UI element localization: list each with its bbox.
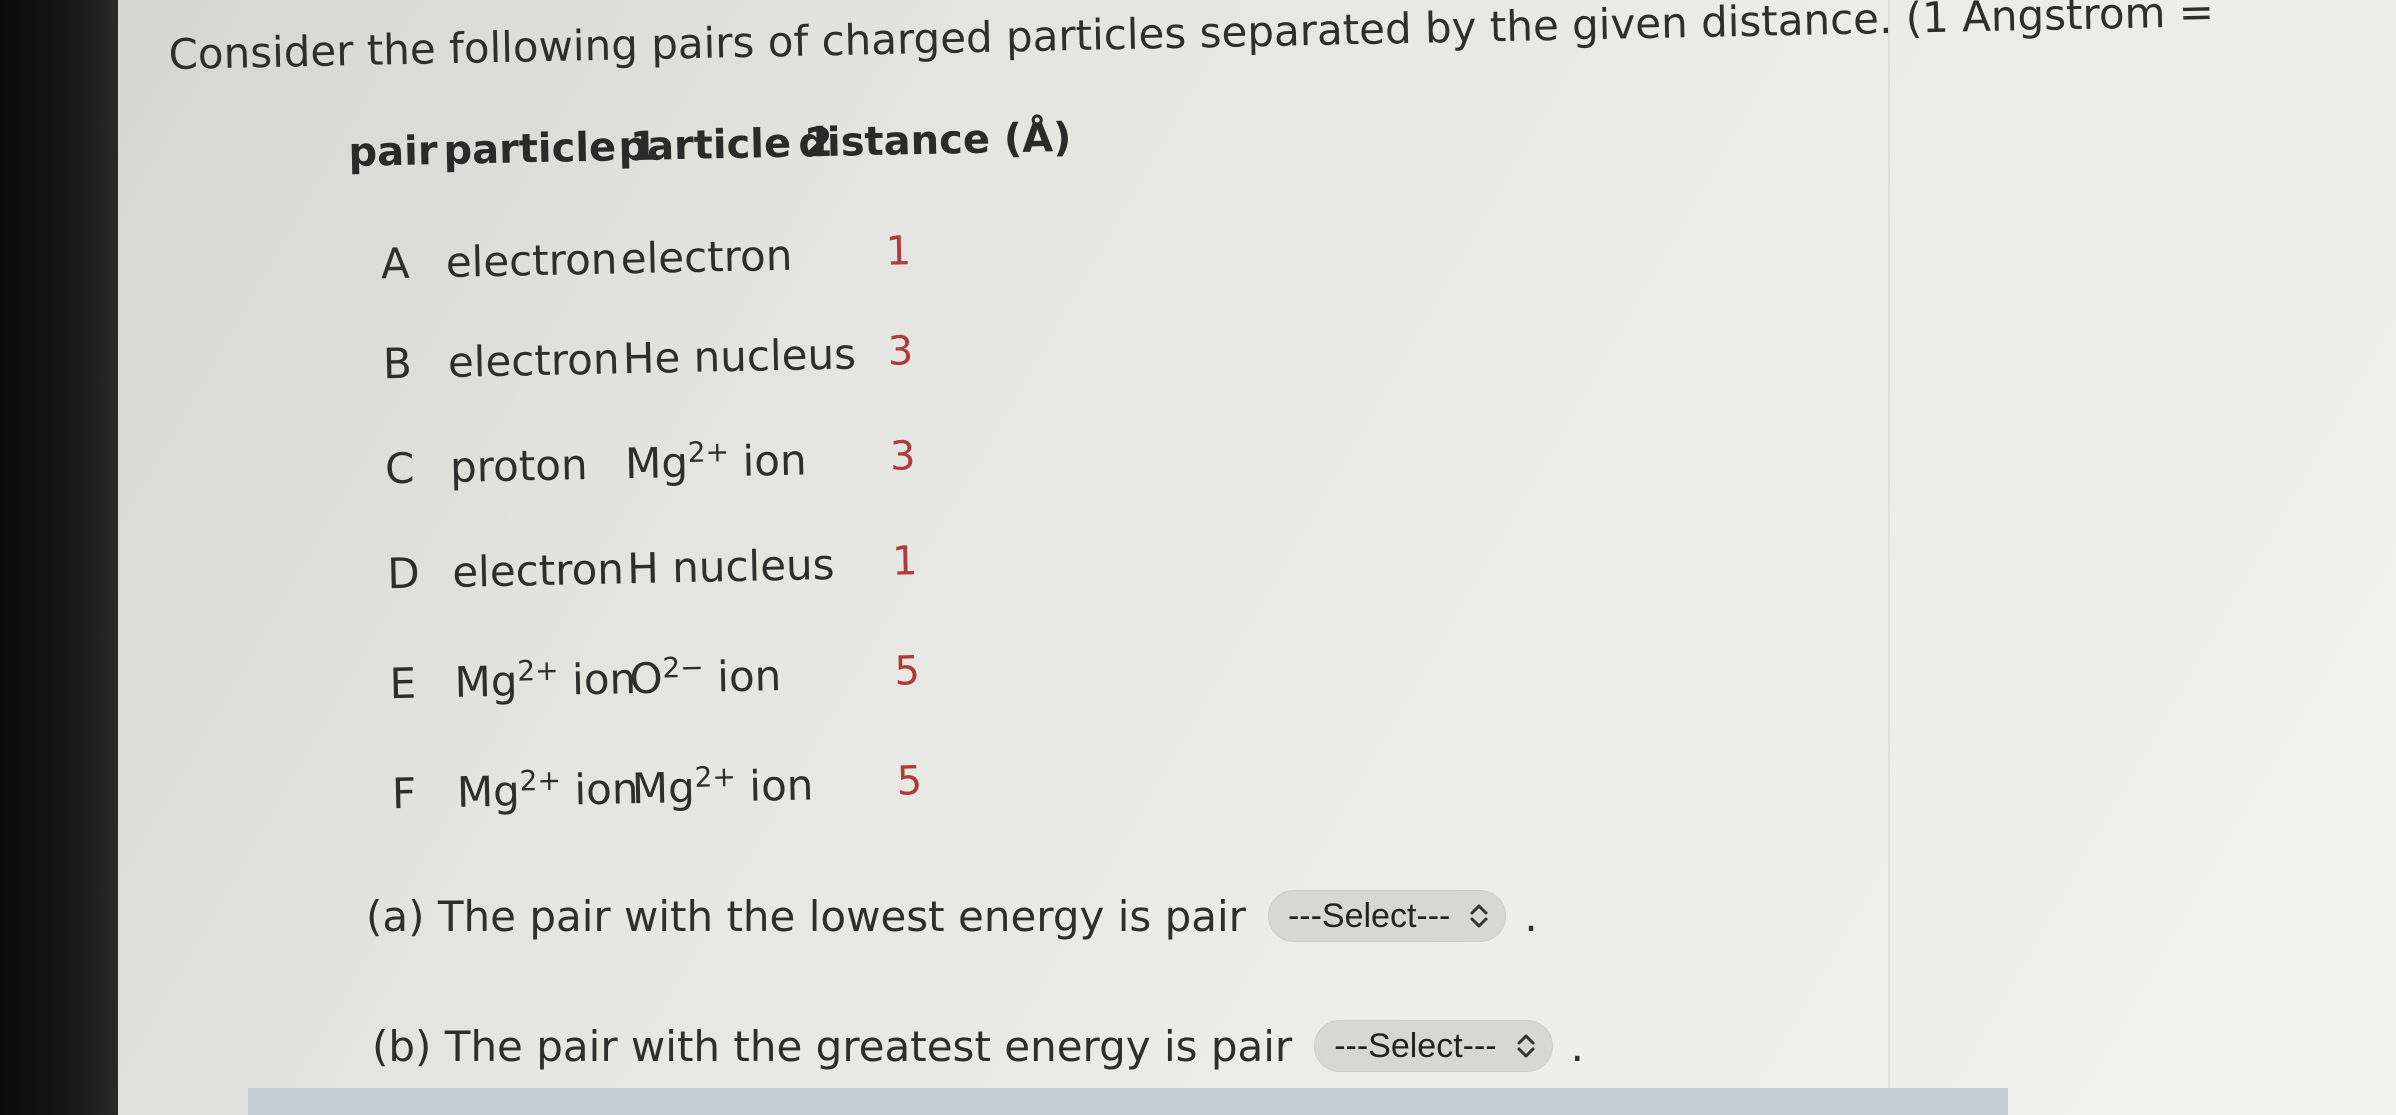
particle-2: H nucleus bbox=[626, 539, 835, 594]
answer-a-select[interactable]: ---Select--- bbox=[1267, 890, 1507, 942]
answer-a: (a) The pair with the lowest energy is p… bbox=[366, 890, 1538, 942]
particle-1: electron bbox=[447, 334, 620, 387]
particle-1: proton bbox=[449, 440, 589, 492]
particle-1: Mg2+ ion bbox=[454, 653, 637, 707]
answer-b-select[interactable]: ---Select--- bbox=[1314, 1020, 1553, 1072]
answer-b-period: . bbox=[1570, 1021, 1584, 1071]
particle-1: electron bbox=[445, 234, 618, 287]
screen: Consider the following pairs of charged … bbox=[118, 0, 2396, 1115]
pair-label: A bbox=[380, 238, 411, 289]
answer-b-label: (b) The pair with the greatest energy is… bbox=[372, 1021, 1293, 1071]
pair-label: F bbox=[391, 768, 417, 819]
particle-2: electron bbox=[620, 230, 793, 284]
pair-label: C bbox=[384, 443, 415, 494]
answer-b: (b) The pair with the greatest energy is… bbox=[372, 1020, 1584, 1072]
particle-2: He nucleus bbox=[622, 329, 857, 384]
pair-label: B bbox=[382, 338, 413, 389]
distance-value: 5 bbox=[896, 758, 923, 805]
distance-value: 5 bbox=[893, 648, 921, 695]
answer-a-select-value: ---Select--- bbox=[1287, 896, 1451, 935]
bottom-bar bbox=[248, 1088, 2008, 1115]
distance-value: 3 bbox=[887, 328, 914, 375]
particle-1: electron bbox=[451, 544, 625, 597]
particle-2: Mg2+ ion bbox=[624, 435, 808, 489]
answer-b-select-value: ---Select--- bbox=[1334, 1026, 1497, 1065]
monitor-bezel bbox=[0, 0, 118, 1115]
particle-2: O2− ion bbox=[629, 650, 782, 704]
particle-2: Mg2+ ion bbox=[631, 760, 814, 814]
chevron-up-down-icon bbox=[1470, 904, 1488, 928]
distance-value: 3 bbox=[889, 433, 916, 480]
header-pair: pair bbox=[348, 128, 439, 176]
distance-value: 1 bbox=[891, 538, 919, 585]
pair-label: E bbox=[389, 658, 417, 709]
pair-label: D bbox=[386, 548, 421, 599]
chevron-up-down-icon bbox=[1517, 1034, 1535, 1058]
answer-a-label: (a) The pair with the lowest energy is p… bbox=[366, 891, 1246, 941]
particle-1: Mg2+ ion bbox=[456, 763, 639, 817]
answer-a-period: . bbox=[1524, 891, 1538, 941]
header-distance: distance (Å) bbox=[797, 114, 1072, 167]
distance-value: 1 bbox=[885, 228, 912, 275]
